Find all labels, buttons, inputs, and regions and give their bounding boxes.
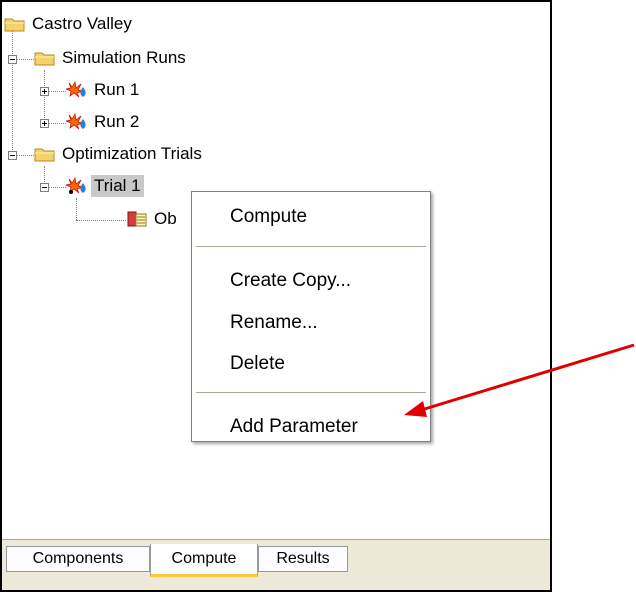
simulation-run-icon bbox=[66, 113, 86, 130]
expand-run1-toggle[interactable] bbox=[40, 87, 49, 96]
objective-table-icon bbox=[127, 211, 147, 227]
tree-node-optimization-trials[interactable]: Optimization Trials bbox=[34, 142, 205, 166]
collapse-simulation-runs-toggle[interactable] bbox=[8, 55, 17, 64]
tree-node-label: Optimization Trials bbox=[62, 144, 202, 163]
menu-separator bbox=[196, 392, 426, 393]
menu-item-compute[interactable]: Compute bbox=[230, 206, 307, 228]
tab-compute[interactable]: Compute bbox=[150, 544, 258, 577]
context-menu: Compute Create Copy... Rename... Delete … bbox=[191, 191, 431, 442]
folder-icon bbox=[34, 52, 55, 66]
tree-node-label: Ob bbox=[154, 209, 177, 228]
menu-item-add-parameter[interactable]: Add Parameter bbox=[230, 416, 358, 438]
tree-node-run2[interactable]: Run 2 bbox=[66, 110, 142, 134]
folder-icon bbox=[4, 18, 25, 32]
menu-item-delete[interactable]: Delete bbox=[230, 353, 285, 375]
expand-run2-toggle[interactable] bbox=[40, 119, 49, 128]
tab-components[interactable]: Components bbox=[6, 546, 150, 572]
tree-node-objective[interactable]: Ob bbox=[126, 207, 180, 231]
menu-item-create-copy[interactable]: Create Copy... bbox=[230, 270, 351, 292]
tree-node-run1[interactable]: Run 1 bbox=[66, 78, 142, 102]
tree-node-label: Trial 1 bbox=[91, 175, 144, 197]
simulation-run-icon bbox=[66, 81, 86, 98]
tree-node-simulation-runs[interactable]: Simulation Runs bbox=[34, 46, 189, 70]
optimization-trial-icon bbox=[66, 177, 86, 194]
tree-node-label: Castro Valley bbox=[32, 14, 132, 33]
collapse-optimization-trials-toggle[interactable] bbox=[8, 151, 17, 160]
tree-node-label: Run 1 bbox=[94, 80, 140, 99]
tab-results[interactable]: Results bbox=[258, 546, 348, 572]
bottom-tab-bar: Components Compute Results bbox=[2, 539, 550, 590]
menu-separator bbox=[196, 246, 426, 247]
tree-node-label: Simulation Runs bbox=[62, 48, 186, 67]
folder-icon bbox=[34, 148, 55, 162]
collapse-trial1-toggle[interactable] bbox=[40, 183, 49, 192]
tree-node-label: Run 2 bbox=[94, 112, 140, 131]
tree-node-castro-valley[interactable]: Castro Valley bbox=[4, 12, 135, 36]
tree-node-trial1[interactable]: Trial 1 bbox=[66, 174, 144, 198]
menu-item-rename[interactable]: Rename... bbox=[230, 312, 318, 334]
